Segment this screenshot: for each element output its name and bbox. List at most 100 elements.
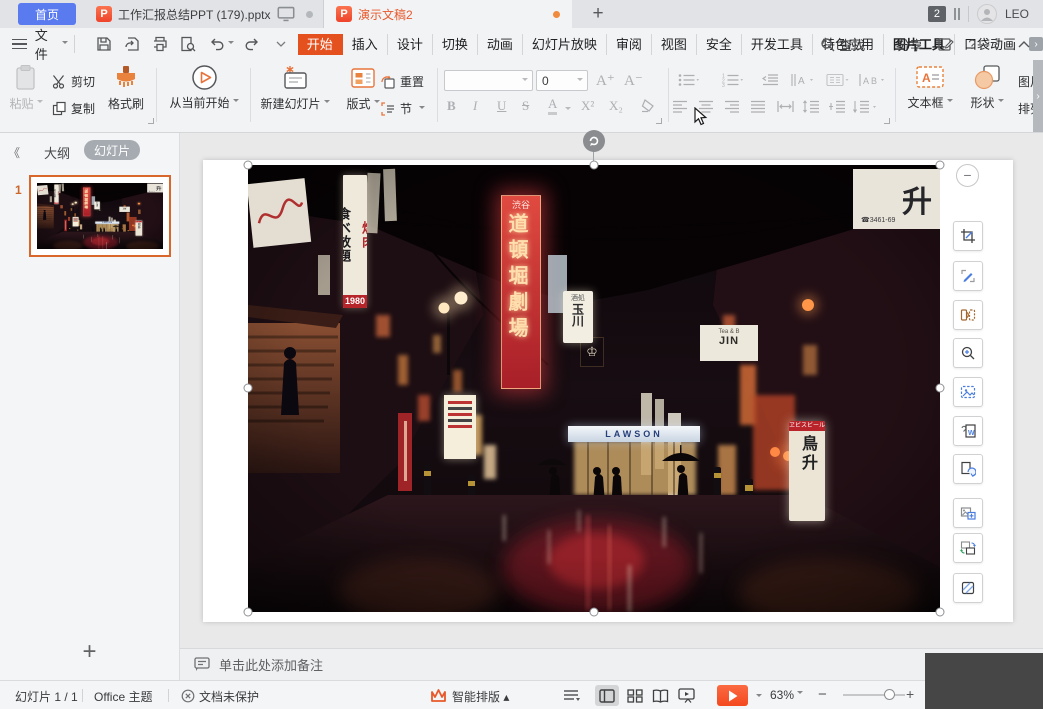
find-button[interactable]: 查找 xyxy=(820,35,865,54)
zoom-level[interactable]: 63% xyxy=(770,688,803,702)
theme-name[interactable]: Office 主题 xyxy=(94,688,152,705)
share-button[interactable]: 分享 xyxy=(897,35,923,54)
notification-badge[interactable]: 2 xyxy=(928,6,946,22)
bullet-list-icon[interactable] xyxy=(678,73,700,87)
undo-group[interactable] xyxy=(207,35,234,53)
strikethrough-button[interactable]: S xyxy=(522,98,529,114)
columns-icon[interactable] xyxy=(826,73,850,87)
protection-status[interactable]: 文档未保护 xyxy=(199,688,259,705)
bold-button[interactable]: B xyxy=(447,98,456,114)
tab-outline[interactable]: 大纲 xyxy=(44,143,70,162)
text-align-options-icon[interactable]: AB xyxy=(858,73,886,87)
slideshow-view-button[interactable] xyxy=(674,685,698,706)
paste-button[interactable]: 粘贴 xyxy=(6,64,46,112)
print-icon[interactable] xyxy=(151,35,169,53)
line-spacing-icon[interactable] xyxy=(802,100,820,113)
resize-handle-top-right[interactable] xyxy=(936,161,945,170)
split-view-icon[interactable] xyxy=(954,8,960,20)
zoom-slider[interactable] xyxy=(843,694,905,696)
italic-button[interactable]: I xyxy=(473,98,477,114)
reading-view-button[interactable] xyxy=(648,685,672,706)
grow-font-button[interactable]: A⁺ xyxy=(596,71,615,90)
ribbon-tab-design[interactable]: 设计 xyxy=(388,34,433,55)
zoom-in-button[interactable] xyxy=(953,338,983,368)
ribbon-tab-security[interactable]: 安全 xyxy=(697,34,742,55)
font-group-expander[interactable] xyxy=(656,118,662,124)
ribbon-tab-animation[interactable]: 动画 xyxy=(478,34,523,55)
notes-bar[interactable]: 单击此处添加备注 xyxy=(180,648,1043,680)
add-slide-button[interactable]: + xyxy=(0,638,179,666)
resize-handle-bottom-center[interactable] xyxy=(590,608,599,617)
decrease-indent-icon[interactable] xyxy=(762,73,779,87)
collapse-toolbar-button[interactable]: − xyxy=(956,164,979,187)
main-menu-icon[interactable] xyxy=(12,39,27,50)
user-avatar[interactable] xyxy=(977,4,997,24)
zoom-out-button[interactable]: − xyxy=(818,686,827,703)
textbox-button[interactable]: A 文本框 xyxy=(901,64,959,111)
section-button[interactable]: 节 xyxy=(380,100,425,117)
collapse-ribbon-icon[interactable] xyxy=(1017,39,1031,49)
new-tab-button[interactable]: + xyxy=(586,3,610,25)
convert-picture-button[interactable] xyxy=(953,454,983,484)
resize-handle-bottom-right[interactable] xyxy=(936,608,945,617)
zoom-in-button[interactable]: + xyxy=(906,686,914,702)
ribbon-tab-transition[interactable]: 切换 xyxy=(433,34,478,55)
ribbon-tab-view[interactable]: 视图 xyxy=(652,34,697,55)
rotation-handle[interactable] xyxy=(583,130,605,152)
notes-toggle-button[interactable] xyxy=(563,688,583,702)
group-expander[interactable] xyxy=(148,118,154,124)
superscript-button[interactable]: X² xyxy=(581,98,594,114)
save-icon[interactable] xyxy=(95,35,113,53)
align-right-icon[interactable] xyxy=(724,100,740,113)
play-slideshow-button[interactable] xyxy=(717,685,748,706)
edit-window-icon[interactable] xyxy=(937,36,954,53)
normal-view-button[interactable] xyxy=(595,685,619,706)
collapse-panel-icon[interactable]: 《 xyxy=(8,144,18,161)
ribbon-tab-home[interactable]: 开始 xyxy=(298,34,343,55)
resize-handle-mid-right[interactable] xyxy=(936,384,945,393)
font-name-combo[interactable] xyxy=(444,70,533,91)
crop-button[interactable] xyxy=(953,221,983,251)
ribbon-tab-review[interactable]: 审阅 xyxy=(607,34,652,55)
justify-icon[interactable] xyxy=(750,100,766,113)
tab-slides[interactable]: 幻灯片 xyxy=(84,140,140,160)
font-color-button[interactable]: A xyxy=(548,96,557,115)
slide-thumbnail[interactable]: 焼肉食べ放題 1980 ♔ 渋谷 道頓堀劇場 酒処 玉川 Tea & B JIN xyxy=(29,175,171,257)
resize-handle-top-center[interactable] xyxy=(590,161,599,170)
subscript-button[interactable]: X₂ xyxy=(609,98,623,114)
copy-button[interactable]: 复制 xyxy=(52,100,95,117)
distribute-icon[interactable] xyxy=(776,100,795,113)
slide-page[interactable]: 焼肉食べ放題 1980 ♔ 渋谷 道頓堀劇場 酒処 玉川 Tea & B JIN xyxy=(203,160,1013,622)
smart-layout-button[interactable]: 智能排版 ▴ xyxy=(452,688,509,705)
text-direction-icon[interactable]: A xyxy=(790,73,816,87)
ribbon-tab-devtools[interactable]: 开发工具 xyxy=(742,34,813,55)
replace-picture-button[interactable] xyxy=(953,533,983,563)
resize-handle-mid-left[interactable] xyxy=(244,384,253,393)
paragraph-spacing-icon[interactable] xyxy=(852,100,878,113)
play-options-chevron[interactable] xyxy=(756,694,762,700)
customize-quickbar-chevron[interactable] xyxy=(272,35,290,53)
ribbon-tab-slideshow[interactable]: 幻灯片放映 xyxy=(523,34,607,55)
file-menu[interactable]: 文件 xyxy=(35,25,59,63)
document-tab-active[interactable]: P 演示文稿2 xyxy=(324,0,572,28)
format-painter-button[interactable]: 格式刷 xyxy=(102,64,150,112)
print-preview-icon[interactable] xyxy=(179,35,197,53)
resize-handle-top-left[interactable] xyxy=(244,161,253,170)
shrink-font-button[interactable]: A⁻ xyxy=(624,71,643,90)
numbered-list-icon[interactable]: 123 xyxy=(722,73,744,87)
ribbon-tab-insert[interactable]: 插入 xyxy=(343,34,388,55)
set-background-button[interactable] xyxy=(953,377,983,407)
slide-sorter-button[interactable] xyxy=(623,685,647,706)
redo-icon[interactable] xyxy=(244,35,262,53)
align-left-icon[interactable] xyxy=(672,100,688,113)
smart-edit-button[interactable] xyxy=(953,261,983,291)
resize-handle-bottom-left[interactable] xyxy=(244,608,253,617)
zoom-slider-thumb[interactable] xyxy=(884,689,895,700)
add-space-icon[interactable] xyxy=(828,100,846,113)
underline-button[interactable]: U xyxy=(497,98,506,114)
new-slide-button[interactable]: 新建幻灯片 xyxy=(256,64,334,112)
add-picture-button[interactable] xyxy=(953,498,983,528)
slide-picture[interactable]: 焼肉食べ放題 1980 ♔ 渋谷 道頓堀劇場 酒処 玉川 Tea & B JIN xyxy=(248,165,940,612)
help-button[interactable]: ? xyxy=(968,36,976,52)
export-icon[interactable] xyxy=(123,35,141,53)
